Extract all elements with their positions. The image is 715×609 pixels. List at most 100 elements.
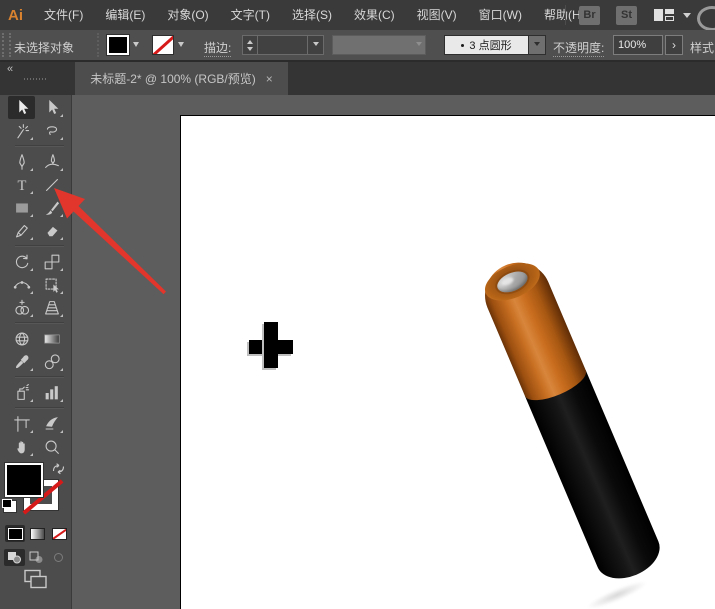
- tool-eraser[interactable]: [38, 219, 65, 242]
- control-bar-separator: [97, 33, 102, 57]
- tool-symbol-sprayer[interactable]: [8, 381, 35, 404]
- opacity-expand-button[interactable]: ›: [665, 35, 683, 55]
- drawing-mode-buttons: [0, 549, 71, 566]
- rectangle-icon: [15, 202, 28, 213]
- selection-status: 未选择对象: [14, 41, 75, 55]
- stock-button[interactable]: St: [616, 5, 637, 25]
- screen-mode-icon[interactable]: [22, 568, 48, 595]
- tool-scale[interactable]: [38, 250, 65, 273]
- menu-window[interactable]: 窗口(W): [468, 0, 533, 30]
- menu-view[interactable]: 视图(V): [406, 0, 468, 30]
- stroke-chevron-icon[interactable]: [178, 42, 184, 50]
- draw-normal-button[interactable]: [4, 549, 25, 566]
- symbol-sprayer-icon: [16, 383, 29, 400]
- default-fill-stroke-icon[interactable]: [2, 499, 16, 512]
- svg-text:T: T: [17, 178, 26, 194]
- canvas-pasteboard[interactable]: [72, 95, 715, 609]
- tool-eyedropper[interactable]: [8, 350, 35, 373]
- tool-selection[interactable]: [8, 96, 35, 119]
- draw-behind-button[interactable]: [26, 549, 47, 566]
- tool-grid: T: [0, 95, 71, 458]
- tool-width[interactable]: [8, 273, 35, 296]
- none-button[interactable]: [49, 525, 69, 542]
- tool-column-graph[interactable]: [38, 381, 65, 404]
- opacity-input[interactable]: 100%: [613, 35, 663, 55]
- direct-selection-arrow-icon: [48, 99, 58, 114]
- tool-perspective-grid[interactable]: [38, 296, 65, 319]
- brush-dropdown-chevron-icon[interactable]: [529, 35, 546, 55]
- document-tab[interactable]: 未标题-2* @ 100% (RGB/预览) ×: [75, 62, 288, 95]
- tools-panel: T: [0, 95, 72, 609]
- stroke-label[interactable]: 描边:: [204, 39, 232, 57]
- menu-bar: Ai 文件(F) 编辑(E) 对象(O) 文字(T) 选择(S) 效果(C) 视…: [0, 0, 715, 31]
- opacity-label[interactable]: 不透明度:: [553, 39, 605, 57]
- workspace-chevron-icon[interactable]: [683, 12, 691, 22]
- tool-type[interactable]: T: [8, 173, 35, 196]
- battery-terminal: [494, 267, 531, 297]
- document-tab-title: 未标题-2* @ 100% (RGB/预览): [90, 72, 256, 86]
- workspace-switcher-icon[interactable]: [653, 7, 675, 23]
- rotate-icon: [15, 254, 28, 268]
- tool-direct-selection[interactable]: [38, 96, 65, 119]
- tool-group-separator: [15, 245, 64, 247]
- menu-edit[interactable]: 编辑(E): [94, 0, 156, 30]
- menu-object[interactable]: 对象(O): [156, 0, 219, 30]
- slice-icon: [45, 416, 58, 430]
- line-segment-icon: [45, 178, 58, 191]
- tool-paintbrush[interactable]: [38, 196, 65, 219]
- tool-curvature[interactable]: [38, 150, 65, 173]
- stepper-up-icon[interactable]: [247, 37, 253, 44]
- tool-shaper[interactable]: [8, 219, 35, 242]
- tool-magic-wand[interactable]: [8, 119, 35, 142]
- tool-artboard[interactable]: [8, 412, 35, 435]
- bridge-button[interactable]: Br: [579, 5, 600, 25]
- tool-blend[interactable]: [38, 350, 65, 373]
- pencil-icon: [15, 224, 28, 237]
- brush-definition-dropdown[interactable]: 3 点圆形: [444, 35, 529, 55]
- tool-rotate[interactable]: [8, 250, 35, 273]
- tool-shape-builder[interactable]: [8, 296, 35, 319]
- stroke-color-swatch[interactable]: [152, 35, 174, 55]
- tool-mesh[interactable]: [8, 327, 35, 350]
- swap-fill-stroke-icon[interactable]: [51, 462, 66, 480]
- stroke-weight-dropdown[interactable]: [308, 35, 324, 55]
- perspective-grid-icon: [44, 300, 59, 314]
- variable-width-profile-dropdown: [332, 35, 426, 55]
- fill-stroke-cluster: [0, 461, 71, 519]
- column-graph-icon: [45, 385, 58, 399]
- width-tool-icon: [13, 280, 30, 289]
- color-button[interactable]: [5, 525, 25, 542]
- plus-artwork[interactable]: [264, 322, 278, 368]
- stroke-weight-input[interactable]: [258, 35, 308, 55]
- gradient-button[interactable]: [27, 525, 47, 542]
- tool-gradient[interactable]: [38, 327, 65, 350]
- menu-right-cluster: Br St: [565, 0, 691, 30]
- menu-file[interactable]: 文件(F): [33, 0, 94, 30]
- menu-effect[interactable]: 效果(C): [343, 0, 406, 30]
- panel-grip-dots[interactable]: [24, 78, 48, 80]
- brush-dot-preview-icon: [461, 43, 465, 47]
- tool-pen[interactable]: [8, 150, 35, 173]
- tool-rectangle[interactable]: [8, 196, 35, 219]
- menu-type[interactable]: 文字(T): [220, 0, 281, 30]
- tab-close-icon[interactable]: ×: [266, 73, 273, 85]
- fill-color-swatch[interactable]: [106, 34, 130, 56]
- type-icon: T: [17, 178, 26, 194]
- tool-zoom[interactable]: [38, 435, 65, 458]
- fill-proxy-swatch[interactable]: [5, 463, 43, 497]
- control-bar-grip[interactable]: [2, 33, 11, 57]
- brush-definition-label: 3 点圆形: [469, 40, 512, 52]
- tool-free-transform[interactable]: [38, 273, 65, 296]
- fill-chevron-icon[interactable]: [133, 42, 139, 50]
- tool-slice[interactable]: [38, 412, 65, 435]
- menu-select[interactable]: 选择(S): [281, 0, 343, 30]
- tool-lasso[interactable]: [38, 119, 65, 142]
- stepper-down-icon[interactable]: [247, 46, 253, 54]
- tool-line-segment[interactable]: [38, 173, 65, 196]
- document-tab-bar: « 未标题-2* @ 100% (RGB/预览) ×: [0, 62, 715, 95]
- tool-hand[interactable]: [8, 435, 35, 458]
- pen-icon: [18, 153, 25, 170]
- stroke-weight-stepper[interactable]: [242, 35, 258, 55]
- gradient-icon: [43, 334, 60, 343]
- panel-collapse-icon[interactable]: «: [7, 63, 13, 75]
